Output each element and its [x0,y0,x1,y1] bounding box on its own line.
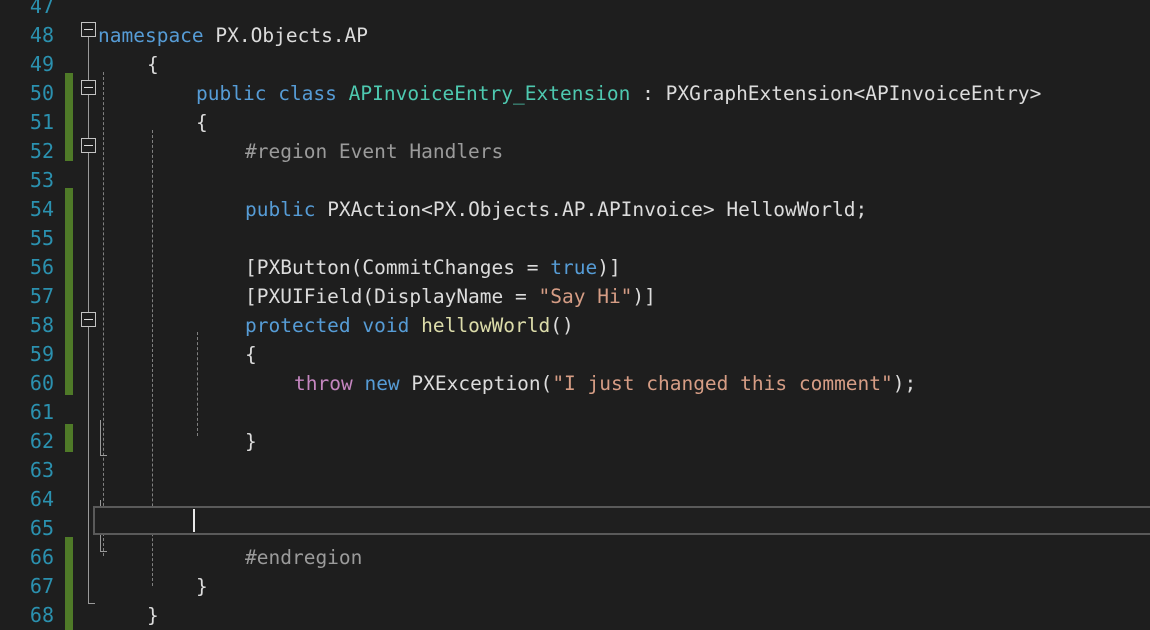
code-line-57[interactable]: [PXUIField(DisplayName = "Say Hi")] [245,282,656,311]
code-line-67[interactable]: } [196,572,208,601]
token-typ: APInvoiceEntry_Extension [348,82,631,105]
token-pln: ); [892,372,917,395]
token-pln: () [550,314,574,337]
token-kw: new [364,372,412,395]
token-str: "I just changed this comment" [552,372,893,395]
token-pre: #endregion [245,546,363,569]
token-pln: [PXButton(CommitChanges = [245,256,551,279]
code-line-48[interactable]: namespace PX.Objects.AP [98,21,368,50]
code-line-50[interactable]: public class APInvoiceEntry_Extension : … [196,79,1041,108]
token-fn: hellowWorld [421,314,551,337]
token-kw: true [550,256,598,279]
code-line-51[interactable]: { [196,108,208,137]
token-str: "Say Hi" [538,285,633,308]
code-line-62[interactable]: } [245,427,257,456]
code-line-54[interactable]: public PXAction<PX.Objects.AP.APInvoice>… [245,195,867,224]
token-kw: protected [245,314,363,337]
token-ctl: throw [294,372,365,395]
token-pln: } [147,604,159,627]
token-pln: } [245,430,257,453]
token-pln: [PXUIField(DisplayName = [245,285,539,308]
token-pln: { [196,111,208,134]
token-pln: { [147,53,159,76]
code-line-58[interactable]: protected void hellowWorld() [245,311,574,340]
code-line-68[interactable]: } [147,601,159,630]
token-pln: PXAction<PX.Objects.AP.APInvoice> Hellow… [327,198,868,221]
token-pln: PXException( [411,372,553,395]
token-pln: { [245,343,257,366]
token-pln: } [196,575,208,598]
token-kw: public [196,82,279,105]
token-pln: PX.Objects.AP [215,24,369,47]
token-pre: #region Event Handlers [245,140,504,163]
code-line-59[interactable]: { [245,340,257,369]
token-pln: )] [632,285,656,308]
code-editor-surface[interactable]: 47 48 49 50 51 52 53 54 55 56 57 58 59 60 61 62 63 64 65 66… [0,0,1150,630]
code-line-56[interactable]: [PXButton(CommitChanges = true)] [245,253,621,282]
code-line-66[interactable]: #endregion [245,543,362,572]
token-kw: namespace [98,24,216,47]
token-kw: class [278,82,349,105]
code-line-49[interactable]: { [147,50,159,79]
token-pln: )] [597,256,621,279]
token-kw: void [362,314,422,337]
code-text-layer[interactable]: namespace PX.Objects.AP { public class API… [0,0,1150,630]
code-line-60[interactable]: throw new PXException("I just changed th… [294,369,916,398]
code-line-52[interactable]: #region Event Handlers [245,137,503,166]
token-pln: : PXGraphExtension<APInvoiceEntry> [630,82,1042,105]
token-kw: public [245,198,328,221]
